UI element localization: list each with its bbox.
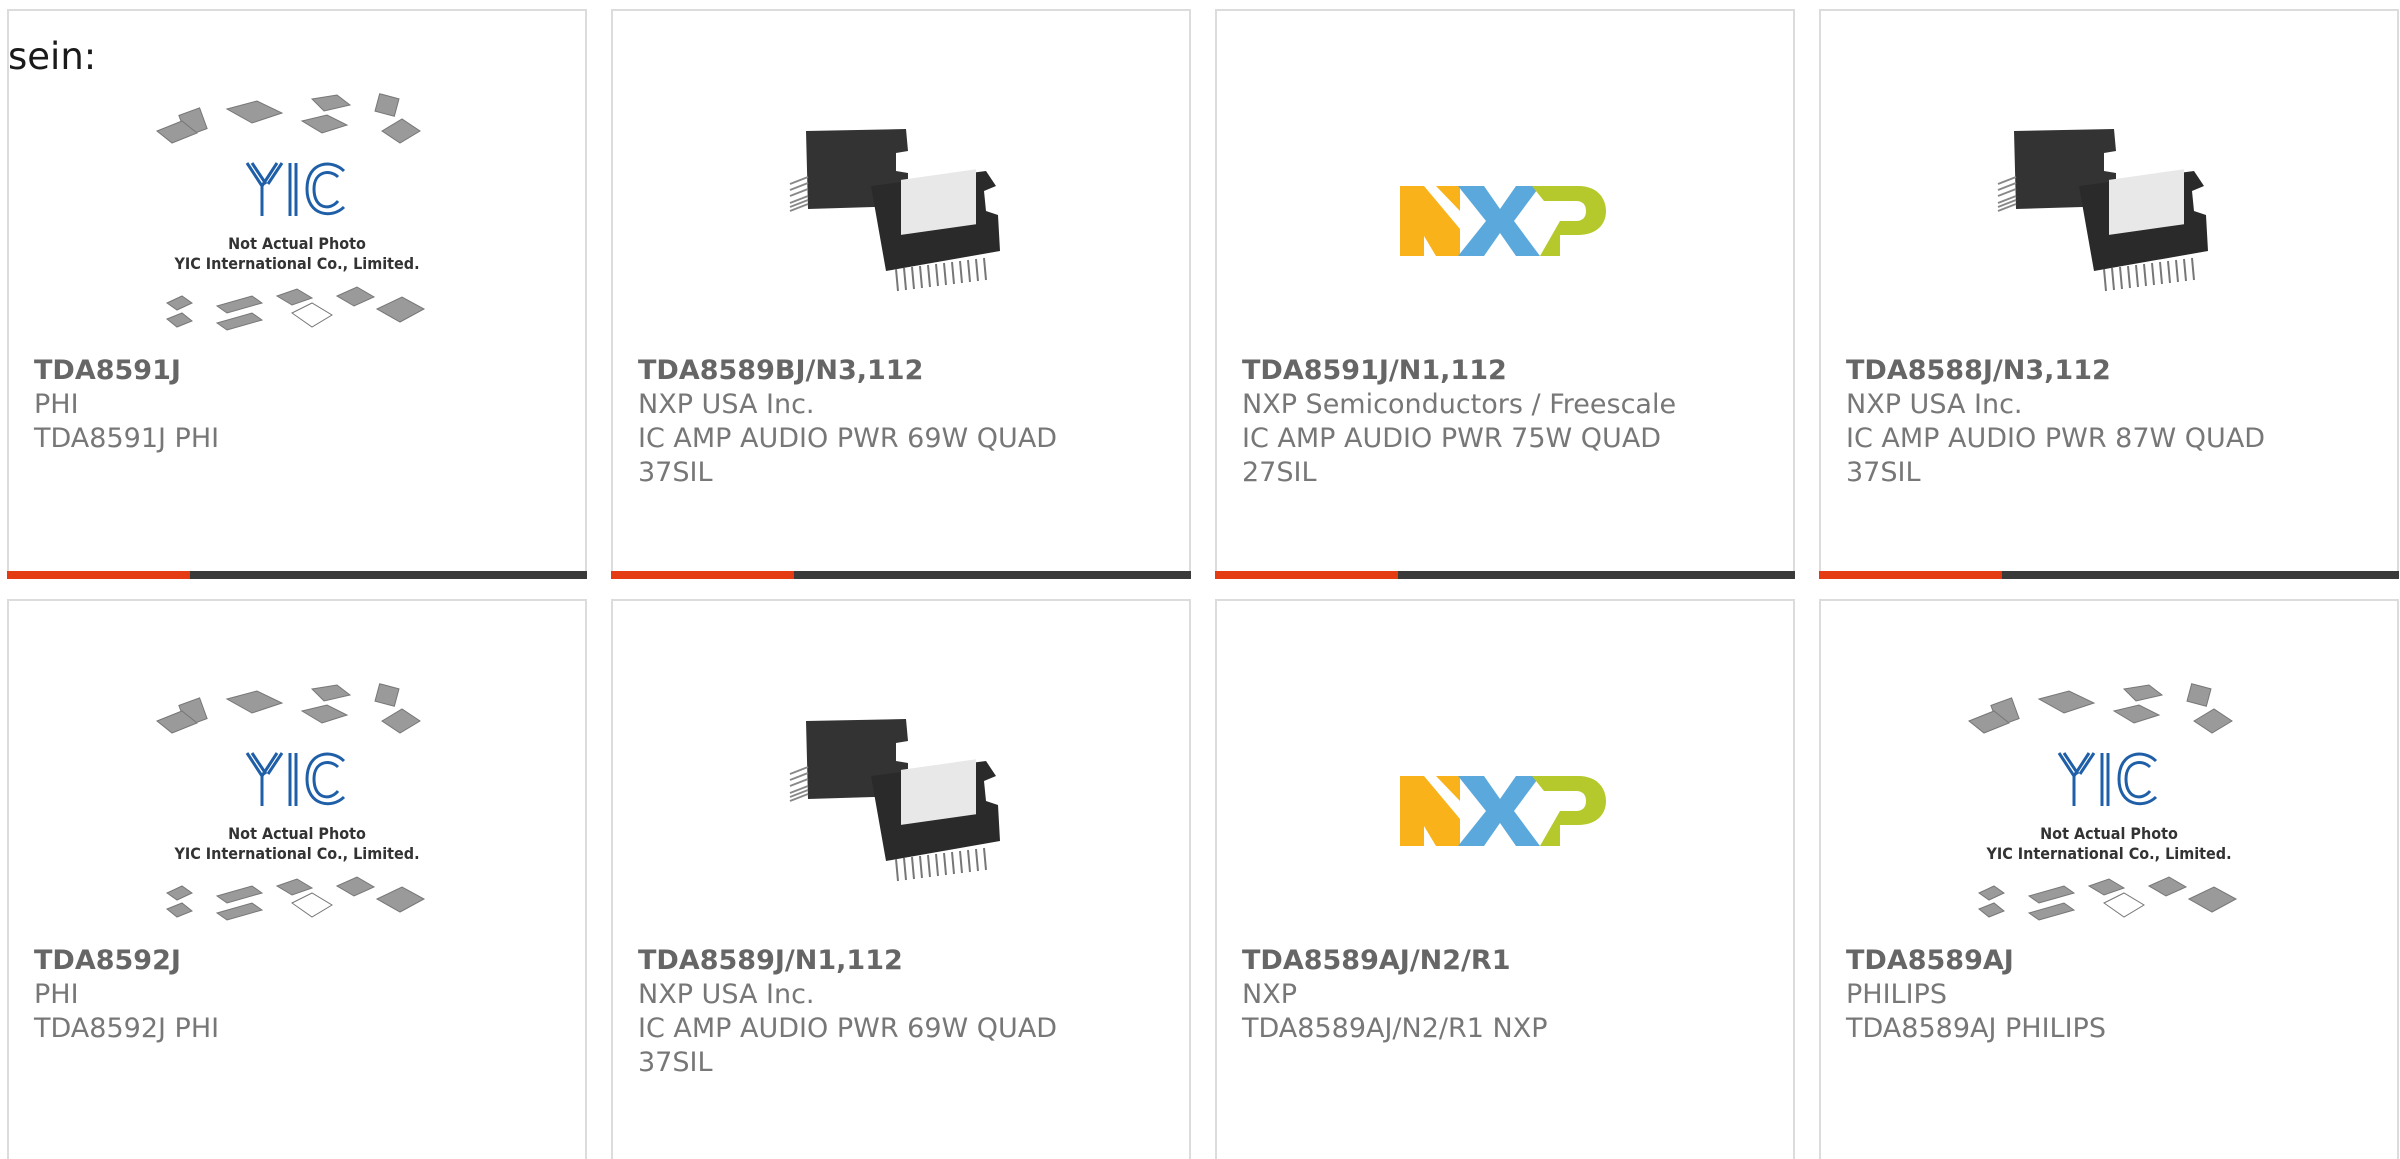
product-info: TDA8589BJ/N3,112 NXP USA Inc. IC AMP AUDIO… [638, 354, 1179, 490]
product-brand: PHI [34, 389, 79, 420]
product-info: TDA8591J/N1,112 NXP Semiconductors / Free… [1242, 354, 1783, 490]
placeholder-line1: Not Actual Photo [2040, 824, 2178, 843]
placeholder-line2: YIC International Co., Limited. [173, 254, 419, 273]
product-brand: NXP USA Inc. [638, 389, 815, 420]
product-info: TDA8589J/N1,112 NXP USA Inc. IC AMP AUDIO … [638, 944, 1179, 1080]
product-info: TDA8591J PHI TDA8591J PHI [34, 354, 575, 456]
product-part-number[interactable]: TDA8589AJ/N2/R1 [1242, 944, 1783, 978]
not-actual-photo-image[interactable]: Not Actual Photo YIC International Co., … [9, 71, 585, 371]
card-accent-highlight [1215, 571, 1398, 579]
placeholder-line1: Not Actual Photo [228, 234, 366, 253]
product-brand: NXP USA Inc. [1846, 389, 2023, 420]
product-brand: PHILIPS [1846, 979, 1947, 1010]
product-card[interactable]: Not Actual Photo YIC International Co., … [7, 599, 587, 1159]
card-accent-bar [1215, 571, 1795, 579]
product-description: IC AMP AUDIO PWR 69W QUAD 37SIL [638, 423, 1058, 488]
product-part-number[interactable]: TDA8592J [34, 944, 575, 978]
product-part-number[interactable]: TDA8591J [34, 354, 575, 388]
placeholder-line2: YIC International Co., Limited. [173, 844, 419, 863]
ic-package-image[interactable] [1821, 71, 2397, 371]
product-part-number[interactable]: TDA8589BJ/N3,112 [638, 354, 1179, 388]
product-info: TDA8589AJ/N2/R1 NXP TDA8589AJ/N2/R1 NXP [1242, 944, 1783, 1046]
placeholder-line1: Not Actual Photo [228, 824, 366, 843]
ic-package-image[interactable] [613, 71, 1189, 371]
nxp-logo-image[interactable] [1217, 71, 1793, 371]
not-actual-photo-image[interactable]: Not Actual Photo YIC International Co., … [9, 661, 585, 961]
card-accent-bar [7, 571, 587, 579]
product-part-number[interactable]: TDA8589J/N1,112 [638, 944, 1179, 978]
ic-package-image[interactable] [613, 661, 1189, 961]
card-accent-highlight [7, 571, 190, 579]
product-brand: NXP USA Inc. [638, 979, 815, 1010]
product-brand: NXP Semiconductors / Freescale [1242, 389, 1677, 420]
product-brand: PHI [34, 979, 79, 1010]
product-card[interactable]: TDA8588J/N3,112 NXP USA Inc. IC AMP AUDIO … [1819, 9, 2399, 579]
product-info: TDA8592J PHI TDA8592J PHI [34, 944, 575, 1046]
product-card[interactable]: Not Actual Photo YIC International Co., … [1819, 599, 2399, 1159]
card-accent-bar [611, 571, 1191, 579]
product-description: IC AMP AUDIO PWR 75W QUAD 27SIL [1242, 423, 1662, 488]
product-description: IC AMP AUDIO PWR 69W QUAD 37SIL [638, 1013, 1058, 1078]
product-description: TDA8592J PHI [34, 1013, 220, 1044]
product-description: IC AMP AUDIO PWR 87W QUAD 37SIL [1846, 423, 2266, 488]
product-card[interactable]: Not Actual Photo YIC International Co., … [7, 9, 587, 579]
product-card[interactable]: TDA8589AJ/N2/R1 NXP TDA8589AJ/N2/R1 NXP [1215, 599, 1795, 1159]
product-card[interactable]: TDA8591J/N1,112 NXP Semiconductors / Free… [1215, 9, 1795, 579]
product-part-number[interactable]: TDA8588J/N3,112 [1846, 354, 2387, 388]
product-info: TDA8588J/N3,112 NXP USA Inc. IC AMP AUDIO … [1846, 354, 2387, 490]
intro-text: sein: [8, 35, 97, 78]
product-brand: NXP [1242, 979, 1297, 1010]
card-accent-highlight [1819, 571, 2002, 579]
not-actual-photo-image[interactable]: Not Actual Photo YIC International Co., … [1821, 661, 2397, 961]
product-part-number[interactable]: TDA8589AJ [1846, 944, 2387, 978]
product-description: TDA8589AJ PHILIPS [1846, 1013, 2106, 1044]
product-info: TDA8589AJ PHILIPS TDA8589AJ PHILIPS [1846, 944, 2387, 1046]
card-accent-highlight [611, 571, 794, 579]
product-description: TDA8589AJ/N2/R1 NXP [1242, 1013, 1548, 1044]
product-card[interactable]: TDA8589BJ/N3,112 NXP USA Inc. IC AMP AUDIO… [611, 9, 1191, 579]
placeholder-line2: YIC International Co., Limited. [1985, 844, 2231, 863]
product-card[interactable]: TDA8589J/N1,112 NXP USA Inc. IC AMP AUDIO … [611, 599, 1191, 1159]
product-description: TDA8591J PHI [34, 423, 220, 454]
nxp-logo-image[interactable] [1217, 661, 1793, 961]
card-accent-bar [1819, 571, 2399, 579]
product-part-number[interactable]: TDA8591J/N1,112 [1242, 354, 1783, 388]
